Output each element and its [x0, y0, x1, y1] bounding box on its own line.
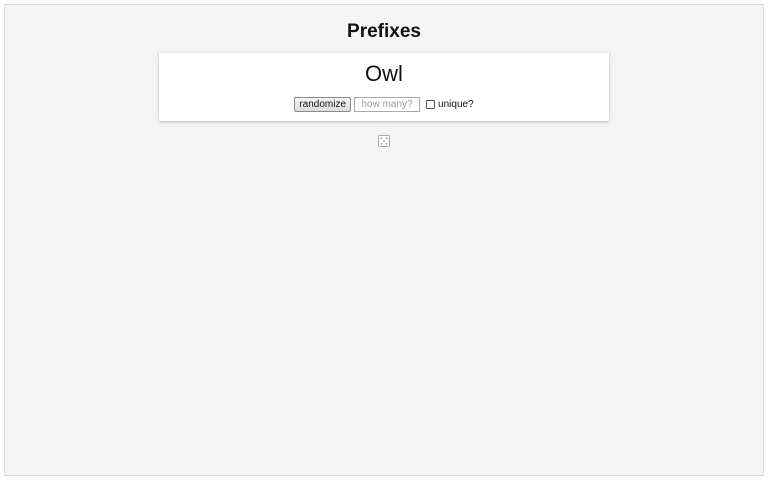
- how-many-input[interactable]: [354, 97, 421, 112]
- page-title: Prefixes: [347, 21, 421, 42]
- generator-card: Owl randomize unique?: [159, 53, 609, 121]
- unique-label: unique?: [438, 99, 474, 110]
- randomize-button[interactable]: randomize: [294, 97, 352, 112]
- controls-row: randomize unique?: [159, 97, 609, 112]
- result-text: Owl: [365, 61, 403, 86]
- dice-icon[interactable]: [378, 135, 390, 147]
- unique-checkbox[interactable]: [426, 100, 436, 109]
- page-frame: Prefixes Owl randomize unique?: [4, 4, 764, 476]
